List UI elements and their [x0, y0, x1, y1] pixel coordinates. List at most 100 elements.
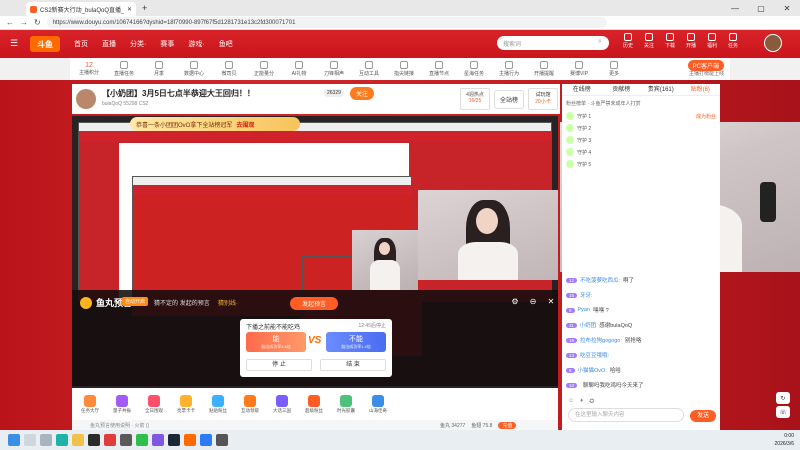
chat-message[interactable]: 10 聊聊吗我吃鸡吗今天来了	[566, 381, 644, 389]
toolbar-item[interactable]: 量子共振	[110, 394, 134, 414]
tool-remind[interactable]: 开播提醒	[531, 61, 557, 77]
gift-icon[interactable]: ♦	[580, 398, 583, 405]
follow-list-button[interactable]: 关注	[641, 33, 657, 49]
nav-live[interactable]: 直播	[102, 39, 116, 49]
douyu-logo[interactable]: 斗鱼	[30, 36, 60, 52]
rank-row[interactable]: 守护 4	[566, 148, 716, 156]
tab-online[interactable]: 在线榜	[562, 84, 602, 95]
trial-hall[interactable]: 试玩馆 20小卡	[528, 88, 558, 110]
chat-username[interactable]: 不吃菠萝吃西瓜:	[580, 276, 620, 284]
chat-username[interactable]: 小猫猫OvO:	[578, 366, 607, 374]
tab-fans[interactable]: 贴粉(6)	[681, 84, 721, 95]
toolbar-item[interactable]: 超级粉丝	[302, 394, 326, 414]
chat-message[interactable]: 19 拉布拉狗gogogo: 别抢咯	[566, 336, 641, 344]
anchor-score[interactable]: 12 主播积分	[76, 62, 102, 76]
app-icon[interactable]	[184, 434, 196, 446]
end-button[interactable]: 结 束	[320, 359, 386, 371]
tool-blade[interactable]: 刀锋相声	[321, 61, 347, 77]
stop-button[interactable]: 停 止	[246, 359, 312, 371]
nav-home[interactable]: 首页	[74, 39, 88, 49]
champion-banner[interactable]: 恭喜一条小团团OvO拿下全站榜冠军 去围观	[130, 117, 300, 131]
taskview-icon[interactable]	[40, 434, 52, 446]
start-stream-button[interactable]: 开播	[683, 33, 699, 49]
tool-more[interactable]: 更多	[601, 61, 627, 77]
option-no-button[interactable]: 不能 赔出成功率1.4倍	[326, 332, 386, 352]
edge-icon[interactable]	[56, 434, 68, 446]
nav-games[interactable]: 游戏·	[188, 39, 204, 49]
download-button[interactable]: 下载	[662, 33, 678, 49]
tool-weisibei[interactable]: 微司贝	[216, 61, 242, 77]
menu-icon[interactable]: ☰	[10, 38, 18, 49]
search-icon[interactable]: ⌕	[598, 38, 602, 46]
chat-message[interactable]: 11 小奶团 感谢bulaQoQ	[566, 321, 632, 329]
url-field[interactable]: https://www.douyu.com/10674166?dyshid=18…	[46, 17, 607, 28]
tool-energy[interactable]: 正能量分	[251, 61, 277, 77]
tool-ai-gift[interactable]: AI礼物	[286, 61, 312, 77]
chat-username[interactable]: Pyan	[578, 307, 591, 313]
app-icon[interactable]	[200, 434, 212, 446]
app-icon[interactable]	[216, 434, 228, 446]
search-icon[interactable]	[24, 434, 36, 446]
chat-username[interactable]: 小奶团	[580, 321, 597, 329]
emoji-icon[interactable]: ☺	[568, 398, 574, 405]
upload-link[interactable]: 主播打榜能上线	[689, 70, 724, 77]
minimize-panel-icon[interactable]: ⊖	[528, 296, 538, 306]
chat-message[interactable]: 12 不吃菠萝吃西瓜: 啊了	[566, 276, 634, 284]
steam-icon[interactable]	[168, 434, 180, 446]
rank-row[interactable]: 守护 1 成为粉丝	[566, 112, 716, 120]
tool-finger[interactable]: 指尖链接	[391, 61, 417, 77]
refresh-icon[interactable]: ↻	[776, 392, 790, 404]
recharge-button[interactable]: 充值	[498, 422, 517, 429]
hot-rank[interactable]: 4週热点 16/25	[460, 88, 490, 110]
welfare-button[interactable]: 福利	[704, 33, 720, 49]
search-input[interactable]: 搜索词	[497, 36, 609, 50]
prediction-link[interactable]: 猜别线·	[218, 298, 238, 307]
service-icon[interactable]: ☏	[776, 406, 790, 418]
tab-contribution[interactable]: 贡献榜	[602, 84, 642, 95]
explorer-icon[interactable]	[72, 434, 84, 446]
rank-row[interactable]: 守护 2	[566, 124, 716, 132]
app-icon[interactable]	[104, 434, 116, 446]
chat-username[interactable]: 拉布拉狗gogogo:	[580, 336, 622, 344]
send-button[interactable]: 发送	[690, 410, 716, 422]
nav-fishbar[interactable]: 鱼吧	[219, 39, 233, 49]
streamer-avatar[interactable]	[76, 89, 96, 109]
close-panel-icon[interactable]: ✕	[546, 296, 556, 306]
settings-icon[interactable]: ⚙	[510, 296, 520, 306]
follow-button[interactable]: 关注	[350, 87, 375, 100]
toolbar-item[interactable]: 大话三国	[270, 394, 294, 414]
app-icon[interactable]	[120, 434, 132, 446]
all-rank-button[interactable]: 全站榜	[494, 90, 525, 109]
toolbar-item[interactable]: 亮票卡卡	[174, 394, 198, 414]
close-window-icon[interactable]: ✕	[774, 0, 800, 16]
tool-data[interactable]: 数据中心	[181, 61, 207, 77]
tool-live-task[interactable]: 直播任务	[111, 61, 137, 77]
chat-message[interactable]: 15 牙牙:	[566, 291, 596, 299]
rank-row[interactable]: 守护 3	[566, 136, 716, 144]
browser-tab[interactable]: CS2新赛大行动_bulaQoQ直播_bu ✕	[26, 2, 136, 16]
toolbar-item[interactable]: 互动领取	[238, 394, 262, 414]
windows-start-icon[interactable]	[8, 434, 20, 446]
history-button[interactable]: 历史	[620, 33, 636, 49]
tool-vip[interactable]: 赛博VIP	[566, 61, 592, 77]
nav-category[interactable]: 分类·	[130, 39, 146, 49]
toolbar-item[interactable]: 时光胶囊	[334, 394, 358, 414]
maximize-icon[interactable]: ▢	[748, 0, 774, 16]
user-avatar[interactable]	[764, 34, 782, 52]
tool-node[interactable]: 直播节点	[426, 61, 452, 77]
app-icon[interactable]	[88, 434, 100, 446]
toolbar-item[interactable]: 全日围观	[142, 394, 166, 414]
new-tab-icon[interactable]: +	[142, 3, 147, 13]
back-icon[interactable]: ←	[6, 18, 14, 27]
tool-star[interactable]: 星海任务	[461, 61, 487, 77]
fan-badge-icon[interactable]: ✪	[589, 398, 594, 405]
close-tab-icon[interactable]: ✕	[127, 6, 132, 13]
toolbar-item[interactable]: 任务大厅	[78, 394, 102, 414]
chat-input[interactable]: 在这里输入聊天内容	[568, 408, 684, 422]
tool-behavior[interactable]: 主播行为	[496, 61, 522, 77]
rank-row[interactable]: 守护 5	[566, 160, 716, 168]
app-icon[interactable]	[152, 434, 164, 446]
start-prediction-button[interactable]: 发起预言	[290, 297, 339, 310]
tab-vip[interactable]: 贵宾(161)	[641, 84, 681, 95]
chat-message[interactable]: 8 小猫猫OvO: 哈哈	[566, 366, 621, 374]
